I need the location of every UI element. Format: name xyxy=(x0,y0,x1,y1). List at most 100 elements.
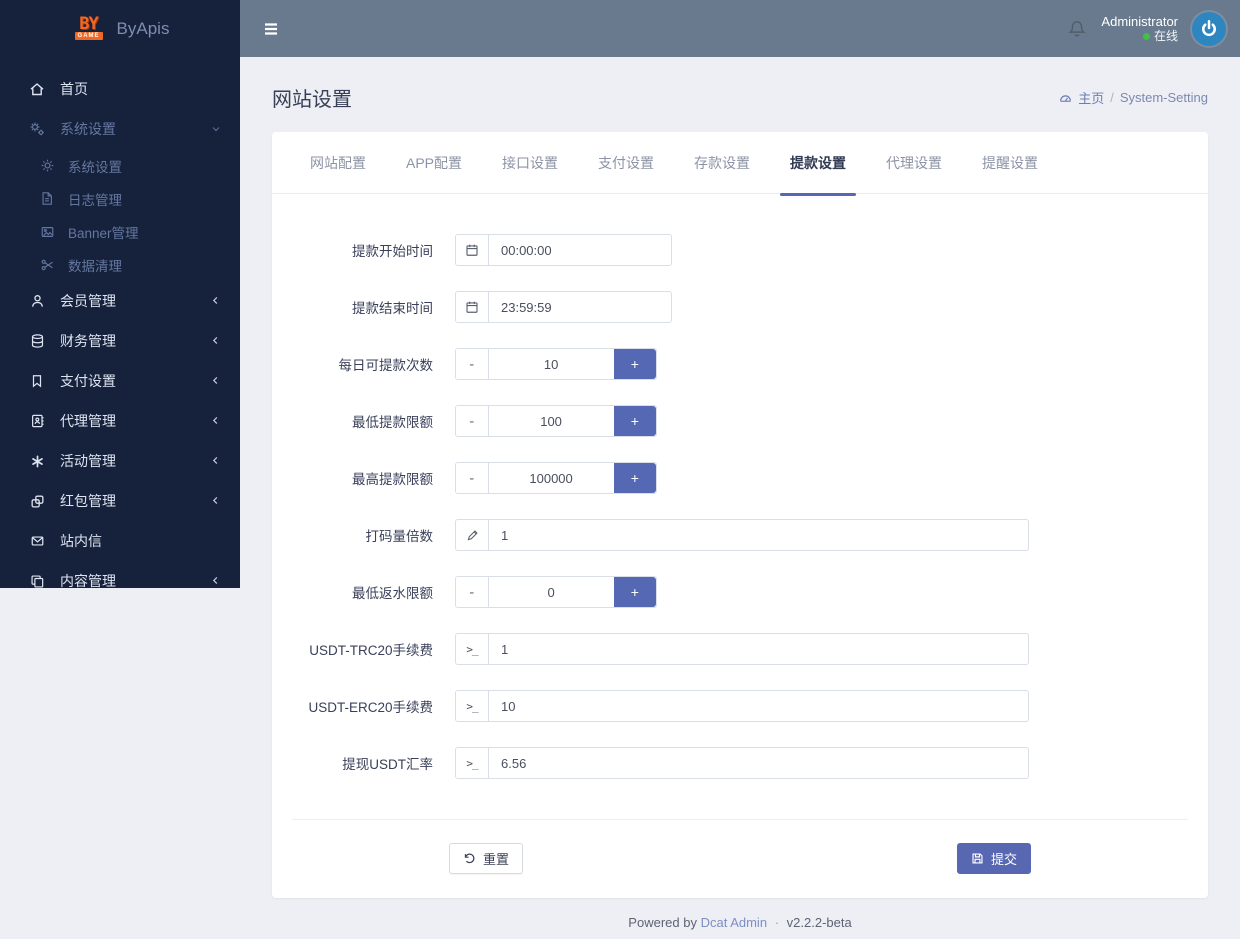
sidebar-item-agent-management[interactable]: 代理管理 xyxy=(0,401,240,441)
user-menu[interactable]: Administrator 在线 xyxy=(1101,14,1178,44)
decrement-button[interactable]: - xyxy=(456,406,489,436)
online-status-label: 在线 xyxy=(1154,29,1178,44)
gears-icon xyxy=(28,121,46,137)
withdraw-start-time-input[interactable] xyxy=(489,235,672,265)
min-withdraw-limit-input[interactable] xyxy=(489,406,614,436)
form-row: 提款结束时间 xyxy=(272,291,1208,323)
form-row: 最高提款限额 - + xyxy=(272,462,1208,494)
calendar-icon xyxy=(456,292,489,322)
sidebar-item-label: 支付设置 xyxy=(60,371,210,391)
powered-by-text: Powered by xyxy=(628,915,697,930)
max-withdraw-limit-input[interactable] xyxy=(489,463,614,493)
sidebar-item-label: 数据清理 xyxy=(68,255,222,275)
sidebar-item-label: 系统设置 xyxy=(60,119,210,139)
sidebar-item-system-settings-group[interactable]: 系统设置 xyxy=(0,109,240,149)
copy-icon xyxy=(28,573,46,588)
terminal-icon: >_ xyxy=(456,691,489,721)
min-rebate-limit-input[interactable] xyxy=(489,577,614,607)
tab-reminder-settings[interactable]: 提醒设置 xyxy=(972,132,1048,194)
field-label: 提款开始时间 xyxy=(272,240,433,260)
field-label: 每日可提款次数 xyxy=(272,354,433,374)
footer: Powered by Dcat Admin · v2.2.2-beta xyxy=(240,915,1240,930)
daily-withdraw-count-input[interactable] xyxy=(489,349,614,379)
footer-separator: · xyxy=(775,915,779,930)
bell-icon[interactable] xyxy=(1067,18,1087,40)
sidebar: BY GAME ByApis 首页 系统设置 系统设 xyxy=(0,0,240,588)
reset-button-label: 重置 xyxy=(483,849,509,868)
sidebar-item-label: 红包管理 xyxy=(60,491,210,511)
bookmark-icon xyxy=(28,373,46,389)
sidebar-item-home[interactable]: 首页 xyxy=(0,69,240,109)
online-status-dot xyxy=(1143,33,1150,40)
clone-icon xyxy=(28,493,46,509)
sidebar-item-system-settings[interactable]: 系统设置 xyxy=(0,149,240,182)
submit-button[interactable]: 提交 xyxy=(957,843,1031,874)
increment-button[interactable]: + xyxy=(614,406,656,436)
sidebar-item-label: 首页 xyxy=(60,79,222,99)
increment-button[interactable]: + xyxy=(614,577,656,607)
chevron-left-icon xyxy=(210,495,222,507)
topbar: Administrator 在线 xyxy=(240,0,1240,57)
wager-multiplier-input[interactable] xyxy=(489,520,1028,550)
sidebar-item-activity-management[interactable]: 活动管理 xyxy=(0,441,240,481)
logo-game-text: GAME xyxy=(75,32,103,40)
chevron-left-icon xyxy=(210,415,222,427)
submit-button-label: 提交 xyxy=(991,849,1017,868)
field-label: 打码量倍数 xyxy=(272,525,433,545)
sidebar-item-label: 日志管理 xyxy=(68,189,222,209)
user-name: Administrator xyxy=(1101,14,1178,29)
breadcrumb-separator: / xyxy=(1110,90,1114,105)
settings-card: 网站配置 APP配置 接口设置 支付设置 存款设置 提款设置 代理设置 提醒设置… xyxy=(272,132,1208,898)
tab-site-config[interactable]: 网站配置 xyxy=(300,132,376,194)
sidebar-item-finance-management[interactable]: 财务管理 xyxy=(0,321,240,361)
sidebar-item-content-management[interactable]: 内容管理 xyxy=(0,561,240,588)
form-row: 最低提款限额 - + xyxy=(272,405,1208,437)
power-icon xyxy=(1199,19,1219,39)
sidebar-item-site-message[interactable]: 站内信 xyxy=(0,521,240,561)
breadcrumb-home-link[interactable]: 主页 xyxy=(1058,88,1104,107)
tab-deposit-settings[interactable]: 存款设置 xyxy=(684,132,760,194)
terminal-icon: >_ xyxy=(456,634,489,664)
withdraw-end-time-input[interactable] xyxy=(489,292,672,322)
usdt-erc20-fee-input[interactable] xyxy=(489,691,1028,721)
sidebar-item-banner-management[interactable]: Banner管理 xyxy=(0,215,240,248)
sidebar-item-data-cleanup[interactable]: 数据清理 xyxy=(0,248,240,281)
increment-button[interactable]: + xyxy=(614,463,656,493)
sidebar-item-label: 活动管理 xyxy=(60,451,210,471)
sidebar-item-log-management[interactable]: 日志管理 xyxy=(0,182,240,215)
field-label: 提现USDT汇率 xyxy=(272,753,433,773)
undo-icon xyxy=(463,852,476,865)
usdt-rate-input[interactable] xyxy=(489,748,1028,778)
decrement-button[interactable]: - xyxy=(456,463,489,493)
reset-button[interactable]: 重置 xyxy=(449,843,523,874)
decrement-button[interactable]: - xyxy=(456,349,489,379)
tab-withdrawal-settings[interactable]: 提款设置 xyxy=(780,132,856,194)
chevron-left-icon xyxy=(210,375,222,387)
decrement-button[interactable]: - xyxy=(456,577,489,607)
sidebar-item-redpacket-management[interactable]: 红包管理 xyxy=(0,481,240,521)
tab-payment-settings[interactable]: 支付设置 xyxy=(588,132,664,194)
scissors-icon xyxy=(38,257,56,273)
tab-agent-settings[interactable]: 代理设置 xyxy=(876,132,952,194)
sidebar-submenu-system: 系统设置 日志管理 Banner管理 数据清理 xyxy=(0,149,240,281)
hamburger-menu-icon[interactable] xyxy=(256,15,286,43)
field-label: 提款结束时间 xyxy=(272,297,433,317)
dcat-admin-link[interactable]: Dcat Admin xyxy=(701,915,767,930)
envelope-icon xyxy=(28,533,46,549)
address-book-icon xyxy=(28,413,46,429)
tab-app-config[interactable]: APP配置 xyxy=(396,132,472,194)
sidebar-item-label: 系统设置 xyxy=(68,156,222,176)
increment-button[interactable]: + xyxy=(614,349,656,379)
sidebar-item-label: 财务管理 xyxy=(60,331,210,351)
sidebar-item-label: 会员管理 xyxy=(60,291,210,311)
brand-logo[interactable]: BY GAME ByApis xyxy=(0,0,240,57)
sidebar-item-member-management[interactable]: 会员管理 xyxy=(0,281,240,321)
tab-api-settings[interactable]: 接口设置 xyxy=(492,132,568,194)
user-icon xyxy=(28,293,46,309)
usdt-trc20-fee-input[interactable] xyxy=(489,634,1028,664)
save-icon xyxy=(971,852,984,865)
form-row: 提现USDT汇率 >_ xyxy=(272,747,1208,779)
sidebar-item-payment-settings[interactable]: 支付设置 xyxy=(0,361,240,401)
breadcrumb-home-label: 主页 xyxy=(1078,88,1104,107)
avatar[interactable] xyxy=(1192,12,1226,46)
